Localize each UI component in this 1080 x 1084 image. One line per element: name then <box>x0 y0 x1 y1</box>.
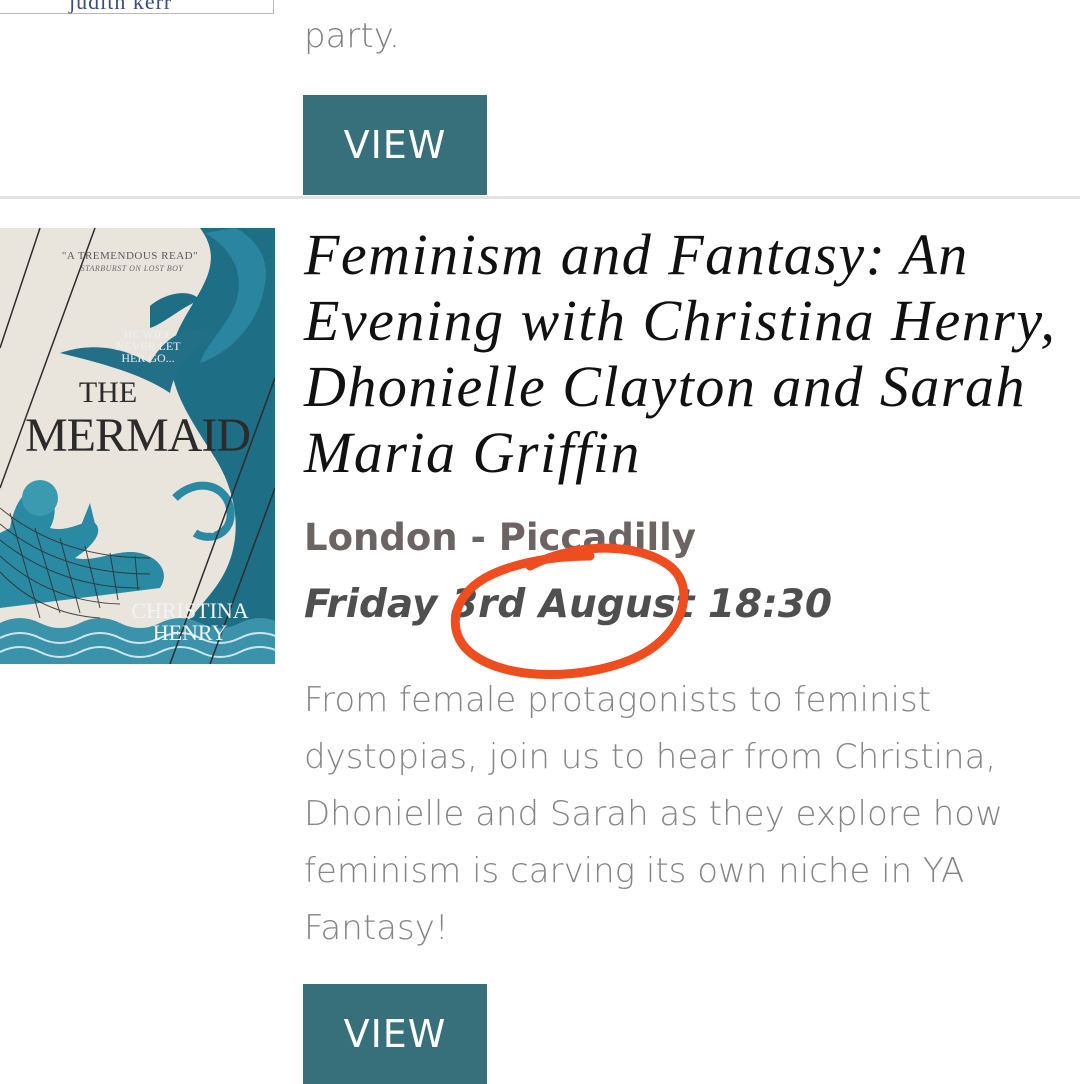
cover-tagline: HE WILL NEVER LET HER GO... <box>115 327 181 365</box>
cover-quote-source: STARBURST ON LOST BOY <box>80 264 184 273</box>
cover-title: MERMAID <box>24 409 251 462</box>
book-cover-the-mermaid[interactable]: "A TREMENDOUS READ" STARBURST ON LOST BO… <box>0 228 275 664</box>
previous-event-cover-author: judith kerr <box>69 0 173 14</box>
event-location: London - Piccadilly <box>304 516 696 559</box>
event-date: Friday 3rd August 18:30 <box>304 582 833 627</box>
event-title[interactable]: Feminism and Fantasy: An Evening with Ch… <box>304 222 1080 486</box>
cover-quote: "A TREMENDOUS READ" <box>61 250 199 262</box>
event-description: From female protagonists to feminist dys… <box>304 680 1003 948</box>
cover-title-the: THE <box>78 376 138 409</box>
event-divider <box>0 196 1080 199</box>
previous-event-description-end: party. <box>304 16 400 56</box>
previous-event-cover[interactable]: judith kerr <box>0 0 274 14</box>
event-view-button[interactable]: VIEW <box>303 984 487 1084</box>
previous-event-view-button[interactable]: VIEW <box>303 95 487 195</box>
cover-author: CHRISTINA HENRY <box>131 598 249 645</box>
